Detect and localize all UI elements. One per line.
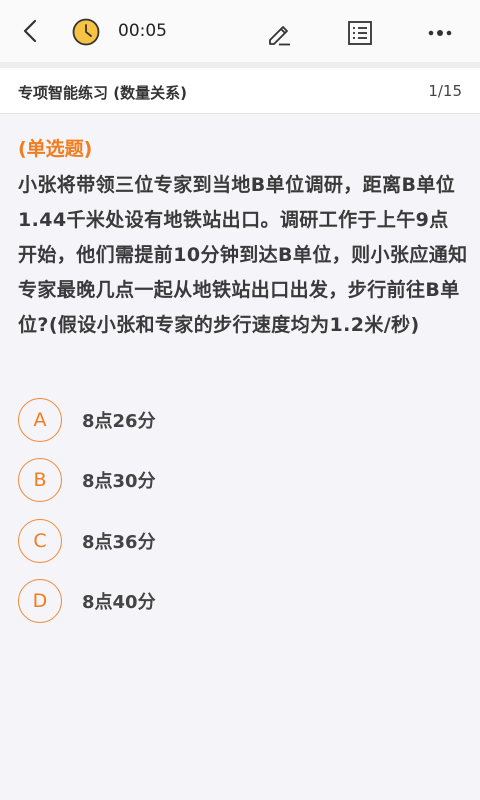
question-progress: 1/15 — [428, 82, 462, 100]
pencil-edit-icon[interactable] — [266, 20, 292, 46]
option-b[interactable]: B 8点30分 — [18, 458, 458, 502]
practice-title: 专项智能练习 (数量关系) — [18, 84, 187, 102]
option-text[interactable]: 8点36分 — [82, 528, 156, 554]
option-letter-circle[interactable]: B — [18, 458, 62, 502]
top-toolbar: 00:05 — [0, 0, 480, 62]
clock-icon — [72, 18, 100, 46]
option-text[interactable]: 8点26分 — [82, 407, 156, 433]
option-c[interactable]: C 8点36分 — [18, 519, 458, 563]
practice-header: 专项智能练习 (数量关系) 1/15 — [0, 68, 480, 114]
option-letter-circle[interactable]: A — [18, 398, 62, 442]
option-text[interactable]: 8点40分 — [82, 588, 156, 614]
option-a[interactable]: A 8点26分 — [18, 398, 458, 442]
option-d[interactable]: D 8点40分 — [18, 579, 458, 623]
more-options-icon[interactable] — [427, 22, 455, 44]
answer-sheet-icon[interactable] — [347, 20, 373, 46]
elapsed-timer: 00:05 — [118, 21, 167, 41]
option-letter-circle[interactable]: C — [18, 519, 62, 563]
option-text[interactable]: 8点30分 — [82, 467, 156, 493]
question-stem: 小张将带领三位专家到当地B单位调研，距离B单位1.44千米处设有地铁站出口。调研… — [18, 174, 468, 336]
option-letter-circle[interactable]: D — [18, 579, 62, 623]
back-arrow-icon[interactable] — [18, 18, 44, 44]
question-type-label: (单选题) — [18, 138, 93, 160]
